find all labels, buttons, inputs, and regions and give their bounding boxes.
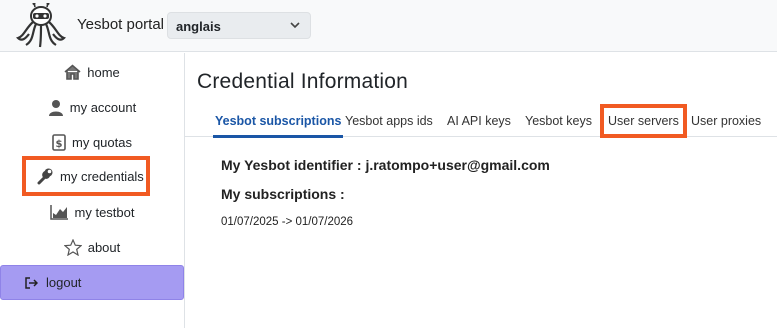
wrench-icon (37, 168, 53, 185)
sidebar-item-about[interactable]: about (0, 232, 184, 262)
tab-yesbot-apps-ids[interactable]: Yesbot apps ids (345, 105, 433, 137)
tab-label: Yesbot apps ids (345, 114, 433, 128)
octopus-logo-icon[interactable] (16, 3, 66, 49)
sidebar-item-my-account[interactable]: my account (0, 92, 184, 122)
top-bar: Yesbot portal anglais (0, 0, 777, 52)
identifier-value: j.ratompo+user@gmail.com (365, 157, 550, 173)
sidebar-item-label: my testbot (74, 204, 135, 220)
logout-label: logout (46, 275, 82, 290)
sidebar-item-label: my credentials (60, 168, 144, 184)
sidebar: home my account $ my quotas my credentia… (0, 53, 185, 328)
sidebar-item-my-credentials[interactable]: my credentials (22, 156, 150, 196)
tab-yesbot-keys[interactable]: Yesbot keys (525, 105, 592, 137)
chevron-down-icon (290, 22, 300, 29)
brand-title: Yesbot portal (77, 16, 165, 33)
sidebar-item-home[interactable]: home (0, 57, 184, 87)
language-value: anglais (176, 19, 221, 34)
tab-user-servers[interactable]: User servers (600, 104, 687, 138)
tab-label: AI API keys (447, 114, 511, 128)
sidebar-item-label: my quotas (72, 134, 132, 150)
sidebar-item-my-testbot[interactable]: my testbot (0, 197, 184, 227)
tab-yesbot-subscriptions[interactable]: Yesbot subscriptions (212, 105, 344, 138)
tab-label: Yesbot subscriptions (215, 114, 342, 128)
tab-bar: Yesbot subscriptions Yesbot apps ids AI … (185, 104, 777, 138)
logout-button[interactable]: logout (0, 265, 184, 300)
language-select[interactable]: anglais (167, 12, 311, 39)
star-icon (63, 238, 82, 256)
main-content: Credential Information Yesbot subscripti… (185, 53, 777, 328)
subscriptions-heading: My subscriptions : (221, 186, 345, 202)
sidebar-item-label: my account (69, 99, 137, 115)
user-icon (48, 99, 63, 116)
tab-label: Yesbot keys (525, 114, 592, 128)
tab-label: User proxies (691, 114, 762, 128)
sidebar-item-label: home (87, 64, 120, 80)
home-icon (64, 64, 81, 80)
chart-icon (49, 205, 68, 220)
svg-text:$: $ (56, 139, 63, 150)
tab-user-proxies[interactable]: User proxies (691, 105, 761, 137)
tab-label: User servers (608, 114, 679, 128)
identifier-line: My Yesbot identifier : j.ratompo+user@gm… (221, 157, 550, 173)
tab-ai-api-keys[interactable]: AI API keys (447, 105, 511, 137)
subscription-period: 01/07/2025 -> 01/07/2026 (221, 216, 354, 228)
page-title: Credential Information (197, 70, 409, 93)
sidebar-item-label: about (87, 239, 121, 255)
sidebar-item-my-quotas[interactable]: $ my quotas (0, 127, 184, 157)
quota-icon: $ (52, 133, 66, 151)
identifier-label: My Yesbot identifier : (221, 157, 362, 173)
logout-icon (25, 276, 38, 289)
